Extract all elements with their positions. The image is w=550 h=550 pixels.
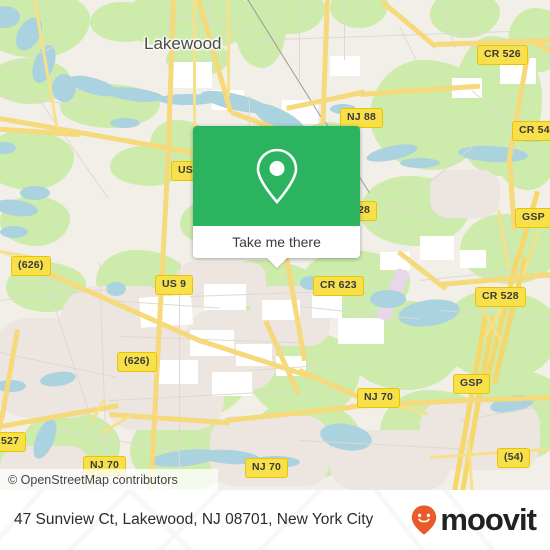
road-shield: CR 623 <box>313 276 364 296</box>
road-shield: (54) <box>497 448 531 468</box>
road-shield: (626) <box>11 256 51 276</box>
callout-header <box>193 126 360 226</box>
road-shield: CR 526 <box>477 45 528 65</box>
road-shield: CR 549 <box>512 121 550 141</box>
map-canvas[interactable]: Lakewood CR 526 CR 549 NJ 88 US 9 GSP 28… <box>0 0 550 490</box>
osm-attribution-text: © OpenStreetMap contributors <box>8 472 178 487</box>
callout-tail <box>265 257 288 268</box>
road-shield: (626) <box>117 352 157 372</box>
road-shield: US 9 <box>155 275 194 295</box>
footer-bar: 47 Sunview Ct, Lakewood, NJ 08701, New Y… <box>0 490 550 550</box>
address-text: 47 Sunview Ct, Lakewood, NJ 08701, New Y… <box>14 511 374 528</box>
take-me-there-button[interactable]: Take me there <box>193 226 360 258</box>
map-screenshot: Lakewood CR 526 CR 549 NJ 88 US 9 GSP 28… <box>0 0 550 550</box>
moovit-wordmark: moovit <box>440 502 537 537</box>
road-shield: NJ 70 <box>357 388 401 408</box>
moovit-pin-icon <box>412 505 437 535</box>
map-pin-icon <box>256 148 297 204</box>
road-shield: NJ 88 <box>340 108 384 128</box>
moovit-logo: moovit <box>411 502 537 538</box>
osm-attribution[interactable]: © OpenStreetMap contributors <box>0 469 218 490</box>
road-shield: NJ 70 <box>245 458 289 478</box>
take-me-there-label: Take me there <box>232 234 321 250</box>
road-shield: CR 528 <box>475 287 526 307</box>
road-shield: 527 <box>0 432 27 452</box>
location-callout-card[interactable]: Take me there <box>193 126 360 268</box>
road-shield: GSP <box>453 374 490 394</box>
road-shield: GSP <box>515 208 550 228</box>
